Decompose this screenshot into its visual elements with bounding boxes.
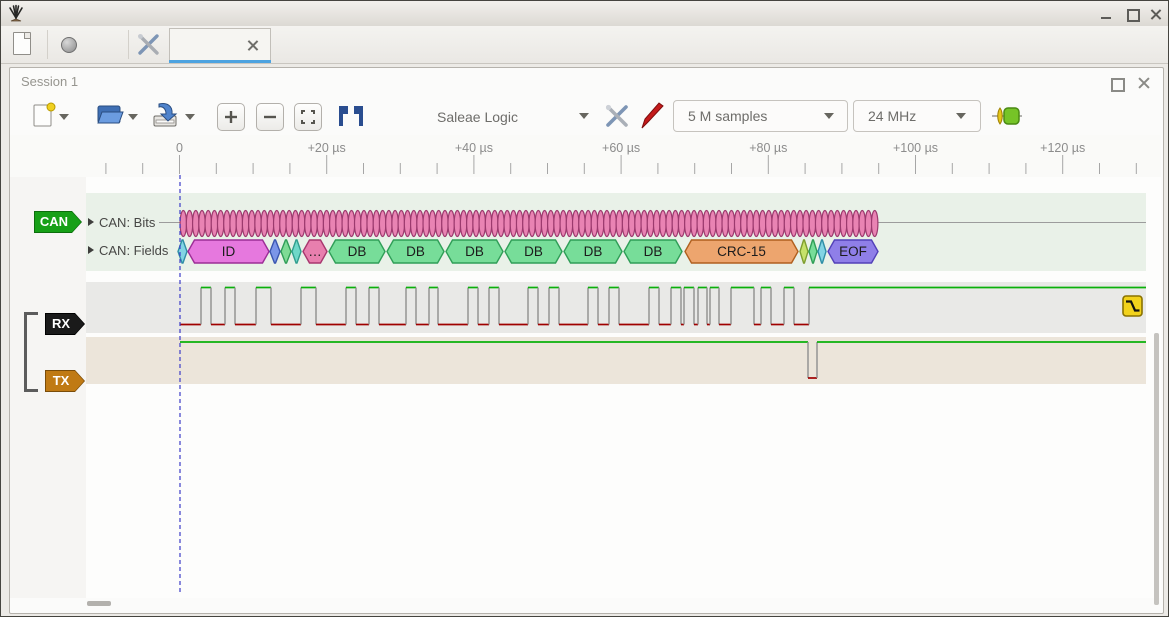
minus-icon [257,104,283,130]
channel-config-button[interactable] [603,103,631,129]
save-button[interactable] [151,101,179,129]
horizontal-scrollbar-handle[interactable] [87,601,111,606]
bits-row-label: CAN: Bits [99,215,155,230]
device-dropdown-caret[interactable] [579,113,589,119]
expand-arrow-icon[interactable] [88,246,94,254]
add-decoder-button[interactable] [991,104,1023,128]
decoder-icon [998,108,1003,124]
vertical-scrollbar-handle[interactable] [1154,333,1159,605]
rx-channel-flag[interactable]: RX [45,313,85,335]
pulseview-window: Session 1 - PulseView Run Session 1 Sess… [0,0,1169,617]
app-logo-icon [7,4,25,22]
minimize-button[interactable] [1099,8,1113,20]
probe-button[interactable] [639,101,665,129]
tab-close-icon[interactable] [247,40,258,51]
rx-flag-label: RX [45,313,85,335]
new-session-button[interactable] [13,32,31,55]
show-cursors-button[interactable] [337,104,365,128]
zoom-fit-button[interactable] [294,103,322,131]
zoom-out-button[interactable] [256,103,284,131]
maximize-button[interactable] [1125,8,1139,20]
sample-count-select[interactable]: 5 M samples [673,100,848,132]
fields-row-label: CAN: Fields [99,243,168,258]
maximize-icon [1127,9,1140,22]
tab-active-indicator [169,60,271,63]
probe-icon [642,103,663,128]
channel-group-bracket[interactable] [24,312,27,392]
open-dropdown-caret[interactable] [128,114,138,120]
new-file-button[interactable] [32,102,56,128]
expand-arrow-icon[interactable] [88,218,94,226]
cursor-flag-icon [339,106,348,126]
sample-count-caret [824,113,834,119]
device-select[interactable]: Saleae Logic [437,103,518,131]
tx-flag-label: TX [45,370,85,392]
decoder-rows-background [86,193,1146,271]
sample-rate-caret [956,113,966,119]
plus-icon [218,104,244,130]
titlebar [1,1,1168,27]
time-ruler[interactable] [10,135,1161,177]
tx-channel-flag[interactable]: TX [45,370,85,392]
settings-tools-icon[interactable] [137,33,160,56]
rx-row-background [86,282,1146,333]
subwindow-restore-button[interactable] [1111,78,1125,92]
tx-row-background [86,337,1146,384]
toolbar-separator [128,30,129,59]
toolbar-separator [47,30,48,59]
minimize-icon [1101,17,1111,19]
page-fold-icon [24,33,30,39]
trigger-badge[interactable] [1122,295,1143,317]
can-decoder-tag[interactable]: CAN [34,211,82,233]
close-button[interactable] [1149,8,1163,20]
fit-view-icon [295,104,321,130]
zoom-in-button[interactable] [217,103,245,131]
new-file-dropdown-caret[interactable] [59,114,69,120]
bits-row-baseline [159,222,1146,223]
can-tag-label: CAN [34,211,82,233]
subwindow-close-button[interactable] [1138,77,1149,88]
run-button[interactable] [56,28,122,61]
subwindow-title: Session 1 [21,74,78,89]
open-file-button[interactable] [96,102,124,127]
save-dropdown-caret[interactable] [185,114,195,120]
